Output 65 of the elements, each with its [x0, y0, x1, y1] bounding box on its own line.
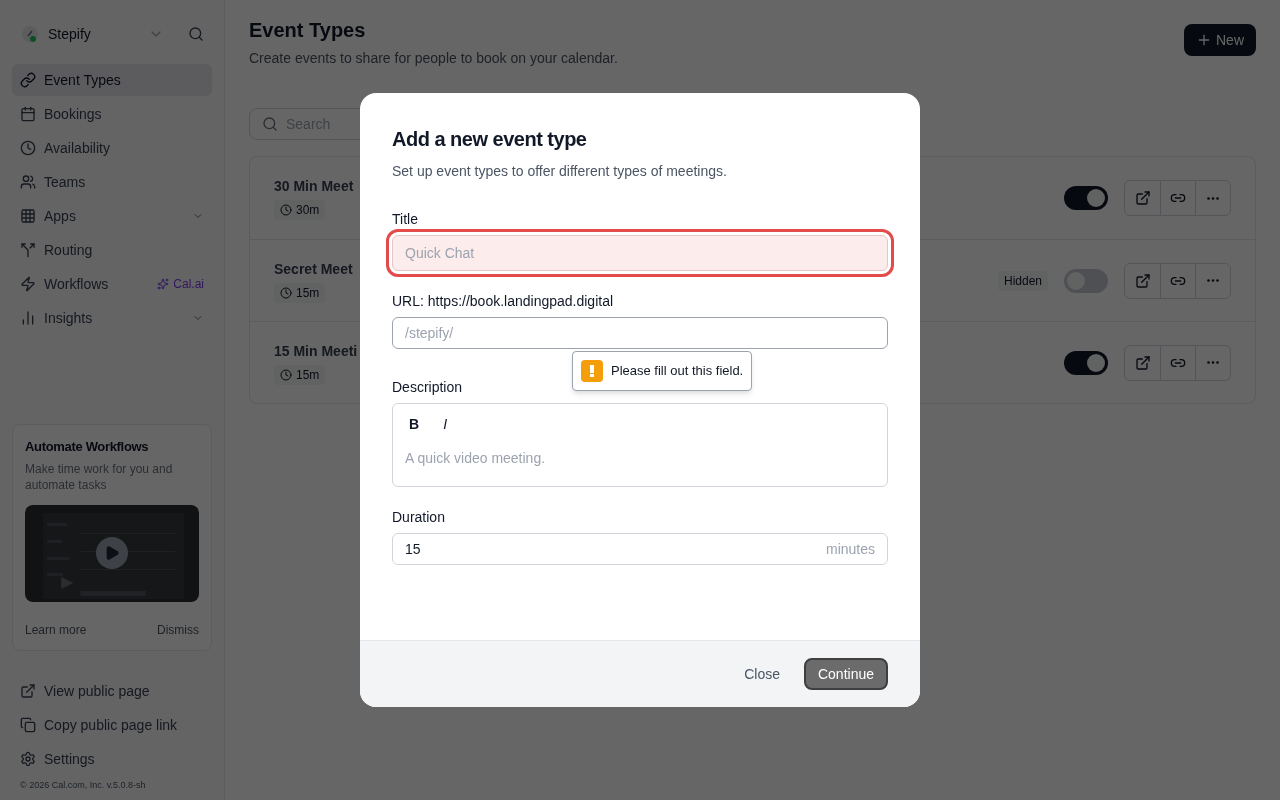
nav-item[interactable]: Availability: [12, 132, 212, 164]
nav-item[interactable]: Apps: [12, 200, 212, 232]
description-editor[interactable]: B I A quick video meeting.: [392, 403, 888, 487]
external-link-icon: [1134, 190, 1151, 206]
logo-icon: [20, 24, 40, 44]
duration-badge: 15m: [274, 282, 326, 303]
dismiss-button[interactable]: Dismiss: [157, 621, 199, 638]
nav-item[interactable]: Insights: [12, 302, 212, 334]
external-link-icon: [1134, 354, 1151, 371]
clock-icon: [20, 140, 36, 156]
field-label: URL: https://book.landingpad.digital: [392, 292, 615, 311]
brand-name: Stepify: [48, 25, 92, 44]
more-icon: [1207, 279, 1219, 282]
italic-button[interactable]: I: [439, 414, 451, 434]
more-icon: [1207, 196, 1219, 200]
toggle-switch[interactable]: [1064, 350, 1108, 375]
learn-more-link[interactable]: Learn more: [25, 621, 87, 638]
fork-icon: [20, 242, 36, 258]
copyright-text: © 2026 Cal.com, Inc. v.5.0.8-sh: [19, 778, 147, 792]
url-field[interactable]: /stepify/: [392, 317, 888, 349]
field-label: Duration: [392, 508, 446, 527]
validation-tooltip: Please fill out this field.: [572, 351, 753, 391]
field-label: Description: [392, 378, 464, 397]
promo-title: Automate Workflows: [25, 438, 150, 456]
dialog-title: Add a new event type: [392, 127, 588, 152]
more-icon: [1207, 361, 1219, 364]
nav-item[interactable]: Teams: [12, 166, 212, 198]
duration-field[interactable]: 15 minutes: [392, 533, 888, 565]
hidden-badge: Hidden: [997, 270, 1048, 291]
continue-button[interactable]: Continue: [803, 658, 888, 690]
lightning-icon: [20, 276, 36, 292]
page-subtitle: Create events to share for people to book on your calendar.: [249, 49, 619, 68]
ai-badge: Cal.ai: [157, 276, 204, 292]
close-button[interactable]: Close: [732, 658, 792, 690]
toggle-switch[interactable]: [1064, 186, 1108, 210]
footer-link[interactable]: Settings: [12, 742, 212, 775]
external-link-icon: [1134, 272, 1151, 289]
bold-button[interactable]: B: [405, 414, 424, 434]
footer-link[interactable]: View public page: [12, 674, 212, 707]
nav-item[interactable]: Event Types: [12, 64, 212, 96]
search-icon[interactable]: [188, 26, 204, 42]
chart-icon: [20, 310, 36, 326]
grid-icon: [20, 208, 36, 224]
dialog-subtitle: Set up event types to offer different types of meetings.: [392, 162, 728, 181]
warning-icon: [581, 360, 603, 382]
search-icon: [262, 116, 278, 132]
page-title: Event Types: [249, 18, 367, 43]
nav-item[interactable]: Bookings: [12, 98, 212, 130]
toggle-switch[interactable]: [1064, 268, 1108, 293]
calendar-icon: [20, 106, 36, 122]
external-link-icon: [20, 682, 36, 699]
field-label: Title: [392, 210, 419, 229]
plus-icon: [1196, 32, 1212, 48]
settings-icon: [20, 750, 36, 767]
footer-link[interactable]: Copy public page link: [12, 708, 212, 741]
users-icon: [20, 174, 36, 190]
duration-badge: 15m: [274, 364, 326, 385]
promo-text: Make time work for you and automate tasks: [25, 460, 174, 493]
link-icon: [20, 72, 36, 88]
copy-icon: [20, 716, 36, 733]
duration-badge: 30m: [274, 200, 326, 220]
nav-item[interactable]: Workflows Cal.ai: [12, 268, 212, 300]
new-button[interactable]: New: [1184, 24, 1256, 56]
nav-item[interactable]: Routing: [12, 234, 212, 266]
unit-label: minutes: [825, 540, 875, 559]
